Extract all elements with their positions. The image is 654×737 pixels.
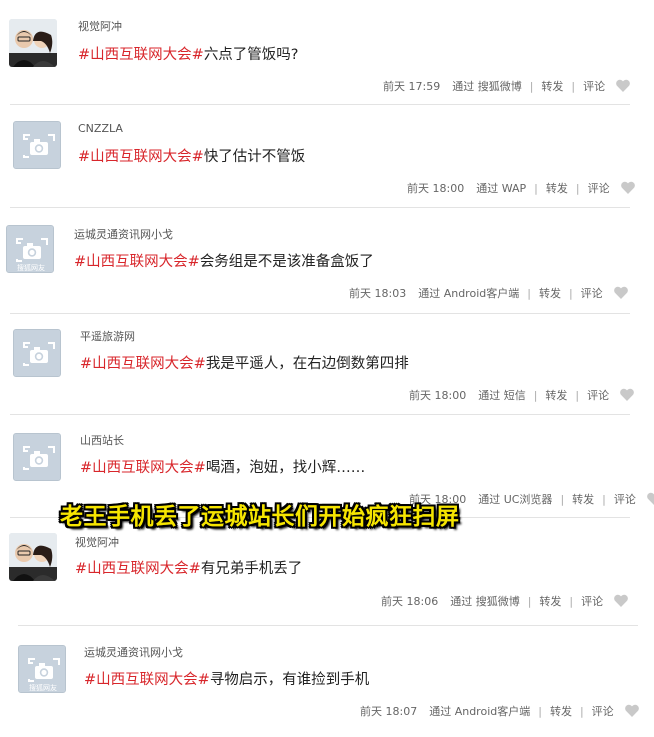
post-meta: 前天 18:07 通过 Android客户端 | 转发 | 评论 [360, 703, 640, 719]
topic-link[interactable]: #山西互联网大会# [74, 254, 200, 270]
divider-bar: | [579, 704, 584, 718]
post-time[interactable]: 前天 18:03 [349, 285, 406, 301]
default-avatar-camera-icon[interactable] [13, 329, 61, 377]
divider-bar: | [533, 388, 538, 402]
post-source: 通过 UC浏览器 [478, 493, 553, 506]
divider-bar: | [538, 704, 542, 718]
repost-button[interactable]: 转发 [545, 387, 567, 403]
repost-button[interactable]: 转发 [550, 703, 572, 719]
comment-button[interactable]: 评论 [583, 78, 605, 94]
author-name[interactable]: 运城灵通资讯网小戈 [74, 226, 173, 242]
like-heart-icon[interactable] [646, 492, 654, 506]
topic-link[interactable]: #山西互联网大会# [78, 149, 204, 165]
like-heart-icon[interactable] [613, 594, 629, 608]
default-avatar-camera-icon[interactable]: 搜狐网友 [6, 225, 54, 273]
divider-bar: | [534, 181, 538, 195]
comment-button[interactable]: 评论 [614, 491, 636, 507]
post-divider [10, 414, 630, 415]
post-source: 通过 搜狐微博 [450, 595, 520, 608]
default-avatar-camera-icon[interactable] [13, 121, 61, 169]
post-time[interactable]: 前天 18:06 [381, 593, 438, 609]
author-name[interactable]: 视觉阿冲 [78, 18, 122, 34]
post-body: 六点了管饭吗? [203, 47, 299, 63]
default-avatar-camera-icon[interactable]: 搜狐网友 [18, 645, 66, 693]
post-divider [10, 104, 630, 105]
topic-link[interactable]: #山西互联网大会# [84, 672, 210, 688]
post-source: 通过 Android客户端 [429, 705, 531, 718]
like-heart-icon[interactable] [619, 388, 635, 402]
topic-link[interactable]: #山西互联网大会# [78, 47, 204, 63]
repost-button[interactable]: 转发 [546, 180, 568, 196]
divider-bar: | [575, 181, 580, 195]
overlay-caption: 老王手机丢了运城站长们开始疯狂扫屏 [60, 504, 460, 530]
topic-link[interactable]: #山西互联网大会# [80, 460, 206, 476]
topic-link[interactable]: #山西互联网大会# [80, 356, 206, 372]
post-divider [10, 207, 630, 208]
post-body: 喝酒，泡妞，找小辉…… [205, 460, 366, 476]
comment-button[interactable]: 评论 [592, 703, 614, 719]
post-text: #山西互联网大会#会务组是不是该准备盒饭了 [74, 250, 374, 271]
divider-bar: | [529, 79, 534, 93]
author-name[interactable]: 平遥旅游网 [80, 328, 135, 344]
post-source: 通过 短信 [478, 389, 526, 402]
topic-link[interactable]: #山西互联网大会# [75, 561, 201, 577]
svg-text:搜狐网友: 搜狐网友 [17, 263, 45, 272]
repost-button[interactable]: 转发 [539, 593, 561, 609]
post-text: #山西互联网大会#六点了管饭吗? [78, 43, 299, 64]
post-text: #山西互联网大会#有兄弟手机丢了 [75, 557, 302, 578]
post-source: 通过 Android客户端 [418, 287, 520, 300]
repost-button[interactable]: 转发 [572, 491, 594, 507]
repost-button[interactable]: 转发 [539, 285, 561, 301]
post-body: 快了估计不管饭 [203, 149, 306, 165]
post-time[interactable]: 前天 17:59 [383, 78, 440, 94]
divider-bar: | [560, 492, 565, 506]
post-time[interactable]: 前天 18:07 [360, 703, 417, 719]
divider-bar: | [571, 79, 576, 93]
comment-button[interactable]: 评论 [587, 387, 609, 403]
post-body: 会务组是不是该准备盒饭了 [199, 254, 374, 270]
post-text: #山西互联网大会#快了估计不管饭 [78, 145, 305, 166]
comment-button[interactable]: 评论 [581, 285, 603, 301]
like-heart-icon[interactable] [620, 181, 636, 195]
divider-bar: | [568, 286, 573, 300]
divider-bar: | [602, 492, 606, 506]
post-text: #山西互联网大会#我是平遥人，在右边倒数第四排 [80, 352, 409, 373]
post-time[interactable]: 前天 18:00 [409, 387, 466, 403]
like-heart-icon[interactable] [615, 79, 631, 93]
post-divider [18, 625, 638, 626]
post-text: #山西互联网大会#喝酒，泡妞，找小辉…… [80, 456, 365, 477]
svg-text:搜狐网友: 搜狐网友 [29, 683, 57, 692]
author-name[interactable]: CNZZLA [78, 122, 123, 135]
user-avatar[interactable] [9, 533, 57, 581]
author-name[interactable]: 视觉阿冲 [75, 534, 119, 550]
post-body: 我是平遥人，在右边倒数第四排 [205, 356, 409, 372]
post-body: 寻物启示，有谁捡到手机 [209, 672, 370, 688]
post-time[interactable]: 前天 18:00 [407, 180, 464, 196]
post-source: 通过 WAP [476, 182, 527, 195]
post-divider [10, 313, 630, 314]
like-heart-icon[interactable] [613, 286, 629, 300]
post-meta: 前天 17:59 通过 搜狐微博 | 转发 | 评论 [383, 78, 631, 94]
comment-button[interactable]: 评论 [588, 180, 610, 196]
post-meta: 前天 18:03 通过 Android客户端 | 转发 | 评论 [349, 285, 629, 301]
divider-bar: | [527, 594, 532, 608]
user-avatar[interactable] [9, 19, 57, 67]
post-text: #山西互联网大会#寻物启示，有谁捡到手机 [84, 668, 369, 689]
post-meta: 前天 18:06 通过 搜狐微博 | 转发 | 评论 [381, 593, 629, 609]
author-name[interactable]: 运城灵通资讯网小戈 [84, 644, 183, 660]
post-body: 有兄弟手机丢了 [200, 561, 303, 577]
post-meta: 前天 18:00 通过 短信 | 转发 | 评论 [409, 387, 635, 403]
author-name[interactable]: 山西站长 [80, 432, 124, 448]
repost-button[interactable]: 转发 [541, 78, 563, 94]
post-meta: 前天 18:00 通过 WAP | 转发 | 评论 [407, 180, 636, 196]
default-avatar-camera-icon[interactable] [13, 433, 61, 481]
like-heart-icon[interactable] [624, 704, 640, 718]
divider-bar: | [527, 286, 531, 300]
post-source: 通过 搜狐微博 [452, 80, 522, 93]
comment-button[interactable]: 评论 [581, 593, 603, 609]
divider-bar: | [569, 594, 574, 608]
divider-bar: | [575, 388, 580, 402]
